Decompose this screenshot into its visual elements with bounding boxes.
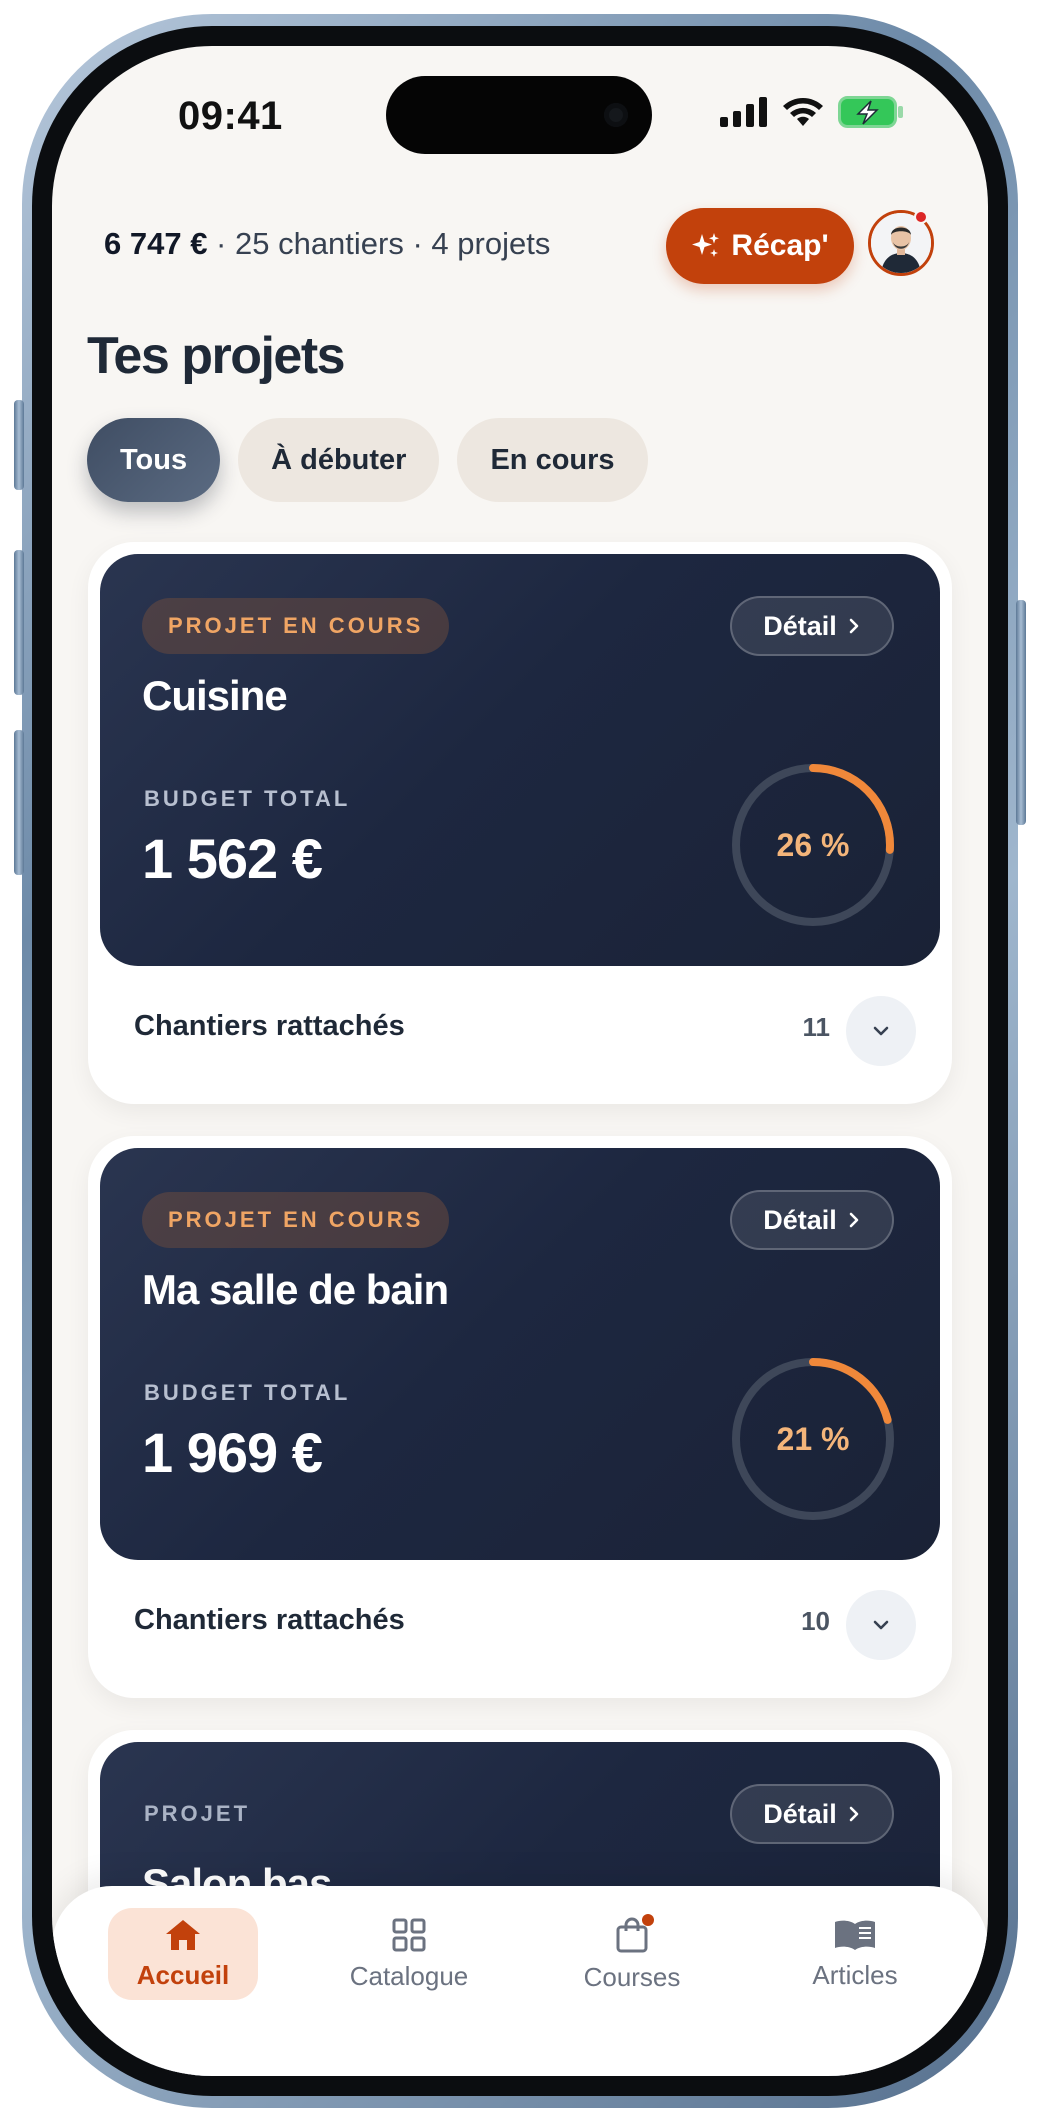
detail-button[interactable]: Détail bbox=[730, 1784, 894, 1844]
recap-button[interactable]: Récap' bbox=[666, 208, 854, 284]
detail-button[interactable]: Détail bbox=[730, 1190, 894, 1250]
grid-icon bbox=[392, 1918, 426, 1951]
budget-value: 1 562 € bbox=[142, 827, 323, 890]
linked-sites-label: Chantiers rattachés bbox=[134, 1010, 405, 1042]
camera-icon bbox=[604, 103, 628, 127]
tab-home[interactable]: Accueil bbox=[108, 1908, 258, 2000]
project-card-header[interactable]: PROJET EN COURS Détail Ma salle de bain … bbox=[100, 1148, 940, 1560]
project-card: PROJET EN COURS Détail Ma salle de bain … bbox=[88, 1136, 952, 1698]
chevron-right-icon bbox=[849, 1212, 859, 1228]
tab-courses[interactable]: Courses bbox=[557, 1908, 707, 2000]
filter-in-progress[interactable]: En cours bbox=[457, 418, 648, 502]
app-screen: 09:41 6 747 € · 25 chantiers · 4 projets bbox=[52, 46, 988, 2076]
budget-summary: 6 747 € · 25 chantiers · 4 projets bbox=[104, 226, 550, 262]
tab-catalogue-label: Catalogue bbox=[349, 1960, 469, 1991]
project-name: Ma salle de bain bbox=[142, 1266, 449, 1313]
project-name: Cuisine bbox=[142, 672, 288, 719]
budget-label: BUDGET TOTAL bbox=[144, 1380, 351, 1405]
notification-dot bbox=[914, 210, 928, 224]
status-badge: PROJET EN COURS bbox=[142, 1192, 450, 1248]
filter-chips: Tous À débuter En cours bbox=[87, 418, 648, 502]
tab-courses-label: Courses bbox=[583, 1961, 681, 1992]
volume-up-button bbox=[14, 550, 24, 695]
signal-icon bbox=[720, 97, 767, 127]
detail-label: Détail bbox=[763, 610, 837, 641]
tab-articles[interactable]: Articles bbox=[780, 1908, 930, 2000]
chevron-down-icon bbox=[873, 1620, 889, 1630]
status-time: 09:41 bbox=[178, 94, 283, 138]
budget-value: 1 969 € bbox=[142, 1421, 323, 1484]
status-badge: PROJET bbox=[144, 1801, 251, 1826]
dynamic-island bbox=[386, 76, 652, 154]
progress-label: 26 % bbox=[776, 826, 850, 863]
linked-sites-row[interactable]: Chantiers rattachés 11 bbox=[100, 966, 940, 1092]
detail-label: Détail bbox=[763, 1798, 837, 1829]
cart-notification-dot bbox=[642, 1914, 654, 1926]
budget-label: BUDGET TOTAL bbox=[144, 786, 351, 811]
tab-catalogue[interactable]: Catalogue bbox=[334, 1908, 484, 2000]
detail-label: Détail bbox=[763, 1204, 837, 1235]
tab-home-label: Accueil bbox=[136, 1959, 230, 1990]
total-amount: 6 747 € bbox=[104, 226, 208, 261]
volume-down-button bbox=[14, 730, 24, 875]
status-icons bbox=[720, 96, 904, 128]
linked-sites-label: Chantiers rattachés bbox=[134, 1604, 405, 1636]
page-title: Tes projets bbox=[87, 327, 346, 385]
sparkles-icon bbox=[692, 233, 720, 257]
wifi-icon bbox=[783, 98, 823, 126]
home-icon bbox=[166, 1919, 200, 1950]
chevron-right-icon bbox=[849, 618, 859, 634]
power-button bbox=[1016, 600, 1026, 825]
status-badge: PROJET EN COURS bbox=[142, 598, 450, 654]
summary-counts: · 25 chantiers · 4 projets bbox=[207, 226, 551, 261]
progress-label: 21 % bbox=[776, 1420, 850, 1457]
linked-sites-count: 10 bbox=[801, 1606, 830, 1636]
tab-articles-label: Articles bbox=[812, 1959, 898, 1990]
battery-charging-icon bbox=[838, 96, 903, 128]
expand-button[interactable] bbox=[846, 996, 916, 1066]
linked-sites-count: 11 bbox=[802, 1012, 831, 1042]
linked-sites-row[interactable]: Chantiers rattachés 10 bbox=[100, 1560, 940, 1686]
action-button bbox=[14, 400, 24, 490]
filter-to-start[interactable]: À débuter bbox=[238, 418, 440, 502]
bottom-tab-bar: Accueil Catalogue Courses Articles bbox=[52, 1886, 988, 2076]
project-card-header[interactable]: PROJET EN COURS Détail Cuisine BUDGET TO… bbox=[100, 554, 940, 966]
chevron-right-icon bbox=[849, 1806, 859, 1822]
project-card: PROJET EN COURS Détail Cuisine BUDGET TO… bbox=[88, 542, 952, 1104]
filter-all[interactable]: Tous bbox=[87, 418, 221, 502]
expand-button[interactable] bbox=[846, 1590, 916, 1660]
chevron-down-icon bbox=[873, 1026, 889, 1036]
detail-button[interactable]: Détail bbox=[730, 596, 894, 656]
book-icon bbox=[835, 1920, 875, 1950]
recap-label: Récap' bbox=[731, 229, 829, 262]
